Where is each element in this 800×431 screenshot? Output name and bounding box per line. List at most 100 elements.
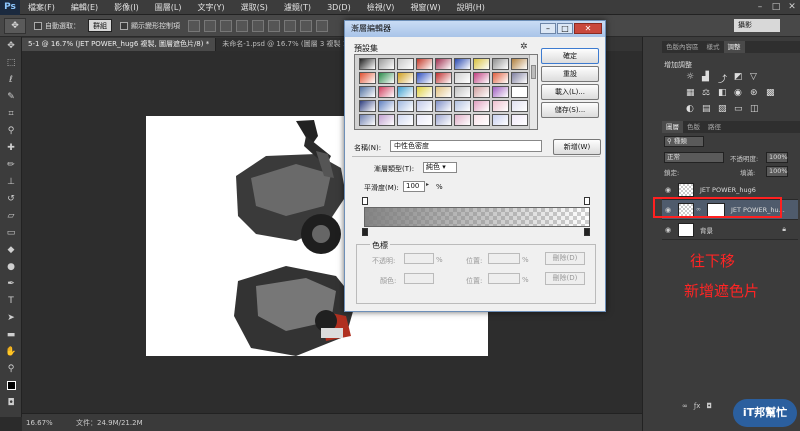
hue-saturation-icon[interactable]: ▦ xyxy=(686,88,696,98)
align-center-icon[interactable] xyxy=(252,19,264,32)
gradient-preset-swatch[interactable] xyxy=(473,58,490,70)
eraser-tool-icon[interactable]: ▱ xyxy=(0,207,22,224)
gradient-preset-swatch[interactable] xyxy=(435,58,452,70)
tab-paths[interactable]: 路徑 xyxy=(704,121,725,133)
marquee-tool-icon[interactable]: ⬚ xyxy=(0,54,22,71)
gradient-preset-swatch[interactable] xyxy=(359,114,376,126)
threshold-icon[interactable]: ▧ xyxy=(718,104,728,114)
menu-type[interactable]: 文字(Y) xyxy=(189,2,232,13)
add-mask-icon[interactable]: ◘ xyxy=(706,402,712,414)
swatch-scrollbar[interactable] xyxy=(529,55,537,129)
gradient-preset-swatch[interactable] xyxy=(416,58,433,70)
layer-filter-dropdown[interactable]: ⚲ 種類 xyxy=(664,136,704,147)
fill-input[interactable]: 100% xyxy=(766,166,788,177)
visibility-eye-icon[interactable]: ◉ xyxy=(662,226,674,234)
delete-opacity-stop-button[interactable]: 刪除(D) xyxy=(545,252,585,265)
tab-channels[interactable]: 色版 xyxy=(683,121,704,133)
menu-select[interactable]: 選取(S) xyxy=(233,2,276,13)
gradient-preset-swatch[interactable] xyxy=(511,72,528,84)
gradient-preset-swatch[interactable] xyxy=(397,72,414,84)
eyedropper-tool-icon[interactable]: ⚲ xyxy=(0,122,22,139)
ok-button[interactable]: 確定 xyxy=(541,48,599,64)
quick-mask-icon[interactable]: ◘ xyxy=(0,394,22,411)
show-transform-checkbox[interactable] xyxy=(120,21,128,30)
maximize-icon[interactable]: □ xyxy=(557,23,573,34)
link-layers-icon[interactable]: ∞ xyxy=(682,402,688,414)
path-select-tool-icon[interactable]: ➤ xyxy=(0,309,22,326)
menu-help[interactable]: 說明(H) xyxy=(449,2,493,13)
gradient-type-dropdown[interactable]: 純色 ▾ xyxy=(423,162,457,173)
blend-mode-dropdown[interactable]: 正常 xyxy=(664,152,724,163)
gradient-preset-swatch[interactable] xyxy=(416,72,433,84)
color-stop-left[interactable] xyxy=(362,228,368,236)
healing-tool-icon[interactable]: ✚ xyxy=(0,139,22,156)
name-input[interactable]: 中性色密度 xyxy=(390,140,542,152)
auto-select-dropdown[interactable]: 群組 xyxy=(88,19,112,32)
gradient-preset-swatch[interactable] xyxy=(435,72,452,84)
gear-icon[interactable]: ✲ xyxy=(520,42,528,52)
visibility-eye-icon[interactable]: ◉ xyxy=(662,186,674,194)
minimize-icon[interactable]: – xyxy=(752,0,768,15)
levels-icon[interactable]: ▟ xyxy=(702,72,712,82)
save-button[interactable]: 儲存(S)... xyxy=(541,102,599,118)
stamp-tool-icon[interactable]: ⊥ xyxy=(0,173,22,190)
opacity-location-input[interactable] xyxy=(488,253,520,264)
gradient-preset-swatch[interactable] xyxy=(435,100,452,112)
menu-window[interactable]: 視窗(W) xyxy=(402,2,448,13)
chevron-right-icon[interactable]: ▸ xyxy=(426,181,429,188)
tab-document-1[interactable]: 5-1 @ 16.7% (JET POWER_hug6 複製, 圖層遮色片/8)… xyxy=(22,38,217,51)
distribute-icon[interactable] xyxy=(284,19,296,32)
gradient-preset-swatch[interactable] xyxy=(511,86,528,98)
tab-layers[interactable]: 圖層 xyxy=(662,121,683,133)
smoothness-input[interactable]: 100 xyxy=(403,181,425,192)
gradient-preset-swatch[interactable] xyxy=(454,100,471,112)
close-icon[interactable]: ✕ xyxy=(784,0,800,15)
opacity-stop-left[interactable] xyxy=(362,197,368,205)
tab-properties[interactable]: 色版內容區 xyxy=(662,41,703,53)
exposure-icon[interactable]: ◩ xyxy=(734,72,744,82)
gradient-preset-swatch[interactable] xyxy=(359,58,376,70)
gradient-preset-swatch[interactable] xyxy=(378,86,395,98)
gradient-preset-swatch[interactable] xyxy=(511,114,528,126)
gradient-preset-swatch[interactable] xyxy=(492,72,509,84)
menu-layer[interactable]: 圖層(L) xyxy=(147,2,190,13)
gradient-preset-swatch[interactable] xyxy=(492,114,509,126)
align-middle-icon[interactable] xyxy=(204,19,216,32)
history-brush-icon[interactable]: ↺ xyxy=(0,190,22,207)
invert-icon[interactable]: ◐ xyxy=(686,104,696,114)
align-right-icon[interactable] xyxy=(268,19,280,32)
quick-select-tool-icon[interactable]: ✎ xyxy=(0,88,22,105)
auto-select-checkbox[interactable] xyxy=(34,21,42,30)
gradient-preset-swatch[interactable] xyxy=(378,58,395,70)
gradient-preset-swatch[interactable] xyxy=(511,100,528,112)
gradient-preset-swatch[interactable] xyxy=(416,100,433,112)
gradient-preset-swatch[interactable] xyxy=(454,114,471,126)
gradient-preset-swatch[interactable] xyxy=(454,58,471,70)
dodge-tool-icon[interactable]: ● xyxy=(0,258,22,275)
move-tool-preset-icon[interactable]: ✥ xyxy=(4,17,26,34)
photo-filter-icon[interactable]: ◉ xyxy=(734,88,744,98)
load-button[interactable]: 載入(L)... xyxy=(541,84,599,100)
posterize-icon[interactable]: ▤ xyxy=(702,104,712,114)
gradient-preset-swatch[interactable] xyxy=(416,114,433,126)
stop-color-swatch[interactable] xyxy=(404,273,434,284)
maximize-icon[interactable]: □ xyxy=(768,0,784,15)
gradient-preset-swatch[interactable] xyxy=(492,58,509,70)
gradient-preset-swatch[interactable] xyxy=(359,100,376,112)
type-tool-icon[interactable]: T xyxy=(0,292,22,309)
shape-tool-icon[interactable]: ▬ xyxy=(0,326,22,343)
gradient-preset-swatch[interactable] xyxy=(359,86,376,98)
scrollbar-thumb[interactable] xyxy=(531,65,536,79)
black-white-icon[interactable]: ◧ xyxy=(718,88,728,98)
blur-tool-icon[interactable]: ◆ xyxy=(0,241,22,258)
gradient-preset-swatch[interactable] xyxy=(454,72,471,84)
layer-row-3[interactable]: ◉ 背景 🔒︎ xyxy=(662,220,798,240)
auto-align-icon[interactable] xyxy=(316,19,328,32)
gradient-preset-swatch[interactable] xyxy=(397,114,414,126)
new-gradient-button[interactable]: 新增(W) xyxy=(553,139,601,155)
workspace-dropdown[interactable]: 攝影 xyxy=(734,19,780,32)
reset-button[interactable]: 重設 xyxy=(541,66,599,82)
opacity-stop-right[interactable] xyxy=(584,197,590,205)
gradient-preset-swatch[interactable] xyxy=(435,86,452,98)
pen-tool-icon[interactable]: ✒ xyxy=(0,275,22,292)
